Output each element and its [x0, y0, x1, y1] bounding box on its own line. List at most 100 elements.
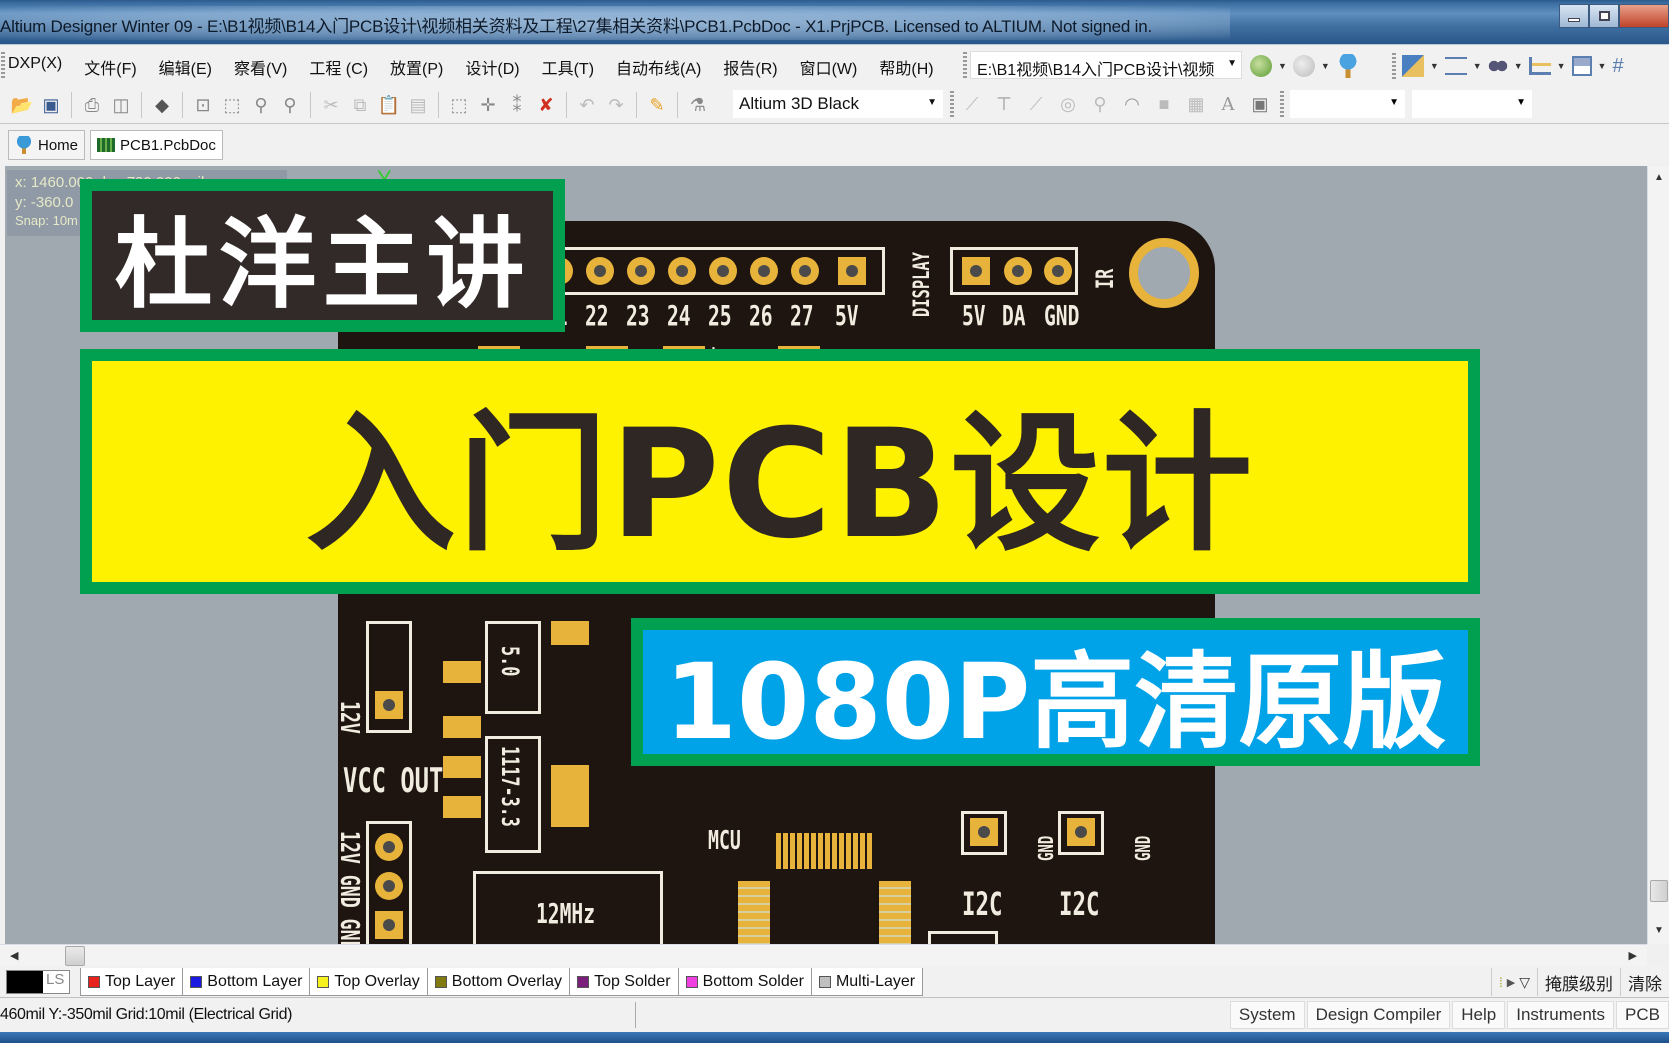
view-config-combo[interactable]: Altium 3D Black ▼: [733, 90, 943, 118]
panel-instruments-button[interactable]: Instruments: [1507, 1001, 1615, 1029]
vertical-scroll-thumb[interactable]: [1650, 880, 1668, 902]
layer-stack-icon[interactable]: [1401, 55, 1424, 77]
rubber-stamp-icon[interactable]: ▤: [406, 93, 430, 117]
cut-icon[interactable]: ✂: [319, 93, 343, 117]
copy-icon[interactable]: ⧉: [348, 93, 372, 117]
pad: [627, 257, 655, 285]
dropdown-arrow-icon[interactable]: ▼: [1557, 61, 1566, 71]
home-tree-icon[interactable]: [1335, 54, 1360, 78]
dropdown-arrow-icon[interactable]: ▼: [1278, 61, 1287, 71]
forward-icon[interactable]: [1292, 55, 1315, 77]
interactive-route-icon[interactable]: ⟋: [960, 92, 984, 116]
tab-pcb1-pcbdoc[interactable]: PCB1.PcbDoc: [90, 130, 223, 160]
current-layer-indicator[interactable]: LS: [6, 970, 70, 994]
menu-tools[interactable]: 工具(T): [542, 55, 605, 79]
menu-dxp[interactable]: DXP(X): [8, 55, 73, 79]
pad-icon[interactable]: ◎: [1056, 92, 1080, 116]
browse-components-icon[interactable]: ⚗: [686, 93, 710, 117]
arc-icon[interactable]: ◠: [1120, 92, 1144, 116]
vertical-scrollbar[interactable]: ▲ ▼: [1647, 166, 1669, 944]
move-icon[interactable]: ✛: [476, 93, 500, 117]
component-icon[interactable]: ▣: [1248, 92, 1272, 116]
filter-combo[interactable]: ▼: [1290, 90, 1405, 118]
menu-view[interactable]: 察看(V): [234, 55, 298, 79]
horizontal-scroll-thumb[interactable]: [65, 946, 85, 966]
layer-tab-bottom-layer[interactable]: Bottom Layer: [182, 968, 311, 996]
layer-tab-top-layer[interactable]: Top Layer: [80, 968, 184, 996]
save-icon[interactable]: ▣: [39, 93, 63, 117]
menu-design[interactable]: 设计(D): [465, 55, 530, 79]
layer-tab-bottom-overlay[interactable]: Bottom Overlay: [426, 968, 571, 996]
zoom-filtered-icon[interactable]: ⚲: [278, 93, 302, 117]
zoom-fit-icon[interactable]: ⊡: [191, 93, 215, 117]
pcb-canvas[interactable]: x: 1460.000 dx: -790.000 mil y: -360.0 S…: [5, 166, 1647, 944]
mask-filter-button[interactable]: ⁞ ▶ ▽: [1491, 968, 1537, 996]
toolbar-grip[interactable]: [1391, 53, 1396, 79]
redo-icon[interactable]: ↷: [604, 93, 628, 117]
layer-tab-multi-layer[interactable]: Multi-Layer: [810, 968, 924, 996]
tab-home[interactable]: Home: [8, 130, 86, 160]
scroll-up-icon[interactable]: ▲: [1654, 172, 1664, 183]
panel-system-button[interactable]: System: [1229, 1001, 1305, 1029]
toolbar-grip[interactable]: [1280, 91, 1284, 117]
path-combo[interactable]: E:\B1视频\B14入门PCB设计\视频 ▼: [970, 51, 1242, 79]
scroll-down-icon[interactable]: ▼: [1654, 925, 1664, 936]
scroll-right-icon[interactable]: ▶: [1629, 949, 1637, 962]
string-icon[interactable]: A: [1216, 92, 1240, 116]
clear-button[interactable]: 清除: [1620, 968, 1669, 996]
zoom-selected-icon[interactable]: ⚲: [249, 93, 273, 117]
menu-edit[interactable]: 编辑(E): [159, 55, 223, 79]
align-icon[interactable]: [1444, 57, 1467, 75]
back-icon[interactable]: [1250, 55, 1272, 77]
toolbar-grip[interactable]: [950, 91, 954, 117]
measure-icon[interactable]: [1528, 57, 1551, 75]
dropdown-arrow-icon[interactable]: ▼: [1321, 61, 1330, 71]
menu-file[interactable]: 文件(F): [84, 55, 147, 79]
find-icon[interactable]: [1487, 56, 1508, 76]
dropdown-arrow-icon[interactable]: ▼: [1598, 61, 1607, 71]
panel-pcb-button[interactable]: PCB: [1616, 1001, 1669, 1029]
dropdown-arrow-icon[interactable]: ▼: [1430, 61, 1439, 71]
undo-icon[interactable]: ↶: [575, 93, 599, 117]
menu-project[interactable]: 工程 (C): [309, 55, 379, 79]
open-icon[interactable]: 📂: [10, 93, 34, 117]
route-diff-pair-icon[interactable]: ⊤: [992, 92, 1016, 116]
menu-window[interactable]: 窗口(W): [800, 55, 869, 79]
toolbar-grip[interactable]: [1, 52, 5, 78]
menu-autoroute[interactable]: 自动布线(A): [616, 55, 712, 79]
clear-filter-icon[interactable]: ✘: [534, 93, 558, 117]
toolbar-grip[interactable]: [963, 52, 967, 78]
grid-icon[interactable]: #: [1612, 55, 1623, 78]
maximize-button[interactable]: [1589, 4, 1619, 28]
room-icon[interactable]: [1571, 56, 1592, 76]
print-icon[interactable]: ⎙: [80, 93, 104, 117]
menu-help[interactable]: 帮助(H): [879, 55, 944, 79]
paste-icon[interactable]: 📋: [377, 93, 401, 117]
panel-design-compiler-button[interactable]: Design Compiler: [1306, 1001, 1451, 1029]
print-preview-icon[interactable]: ◫: [109, 93, 133, 117]
fill-icon[interactable]: ■: [1152, 92, 1176, 116]
dropdown-arrow-icon[interactable]: ▼: [1514, 61, 1523, 71]
menu-place[interactable]: 放置(P): [390, 55, 454, 79]
layer-tab-top-overlay[interactable]: Top Overlay: [309, 968, 428, 996]
polygon-icon[interactable]: ▦: [1184, 92, 1208, 116]
dropdown-arrow-icon[interactable]: ▼: [1473, 61, 1482, 71]
select-area-icon[interactable]: ⬚: [447, 93, 471, 117]
crossprobe-icon[interactable]: ✎: [645, 93, 669, 117]
3d-view-icon[interactable]: ◆: [150, 93, 174, 117]
layer-tab-bar: LS Top Layer Bottom Layer Top Overlay Bo…: [0, 966, 1669, 998]
menu-reports[interactable]: 报告(R): [723, 55, 788, 79]
panel-help-button[interactable]: Help: [1452, 1001, 1506, 1029]
layer-tab-top-solder[interactable]: Top Solder: [569, 968, 679, 996]
minimize-button[interactable]: [1559, 4, 1589, 28]
layer-tab-bottom-solder[interactable]: Bottom Solder: [677, 968, 812, 996]
filter-value-combo[interactable]: ▼: [1412, 90, 1532, 118]
scroll-left-icon[interactable]: ◀: [10, 949, 18, 962]
horizontal-scrollbar[interactable]: ◀ ▶: [0, 944, 1647, 966]
mask-level-button[interactable]: 掩膜级别: [1537, 968, 1620, 996]
via-icon[interactable]: ⚲: [1088, 92, 1112, 116]
zoom-area-icon[interactable]: ⬚: [220, 93, 244, 117]
deselect-icon[interactable]: ⁑: [505, 93, 529, 117]
close-button[interactable]: [1619, 4, 1669, 28]
multi-route-icon[interactable]: ⟋: [1024, 92, 1048, 116]
